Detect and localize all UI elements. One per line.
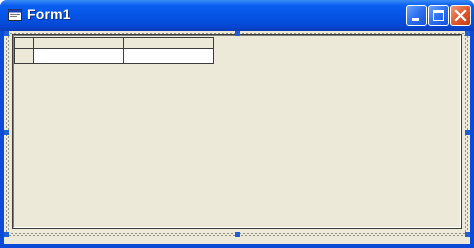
window-title: Form1	[27, 6, 71, 22]
flex-grid[interactable]	[14, 37, 214, 64]
grid-column-header[interactable]	[33, 37, 124, 49]
close-icon	[454, 9, 467, 22]
grid-column-header[interactable]	[123, 37, 214, 49]
minimize-icon	[412, 18, 419, 21]
maximize-button[interactable]	[428, 5, 449, 26]
resize-handle-bottom-left[interactable]	[4, 232, 9, 237]
resize-handle-left[interactable]	[4, 130, 9, 135]
form1-window: Form1	[0, 0, 474, 248]
form-app-icon[interactable]	[8, 9, 22, 21]
resize-handle-top-right[interactable]	[465, 31, 470, 36]
resize-handle-bottom-right[interactable]	[465, 232, 470, 237]
resize-handle-right[interactable]	[465, 130, 470, 135]
grid-corner-cell[interactable]	[14, 37, 34, 49]
grid-fixed-row	[14, 37, 214, 49]
resize-handle-bottom[interactable]	[235, 232, 240, 237]
resize-handle-top-left[interactable]	[4, 31, 9, 36]
close-button[interactable]	[450, 5, 471, 26]
maximize-icon	[433, 10, 444, 21]
grid-row-header[interactable]	[14, 48, 34, 64]
minimize-button[interactable]	[406, 5, 427, 26]
grid-cell[interactable]	[123, 48, 214, 64]
title-bar[interactable]: Form1	[0, 0, 474, 31]
grid-row	[14, 48, 214, 64]
resize-handle-top[interactable]	[235, 31, 240, 36]
grid-cell[interactable]	[33, 48, 124, 64]
